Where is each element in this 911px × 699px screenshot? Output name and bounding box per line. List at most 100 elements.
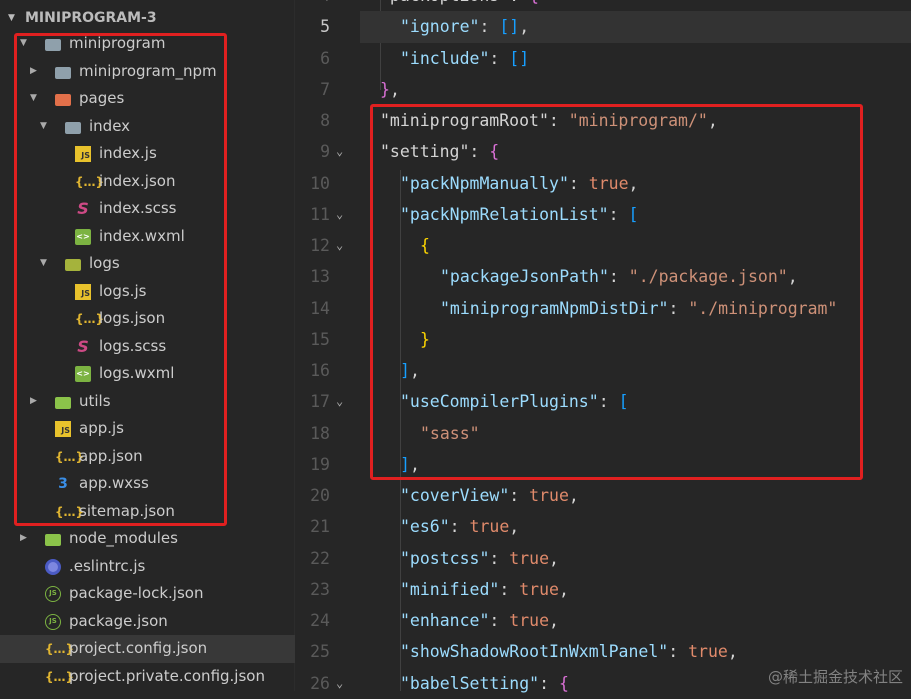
node-icon: JS [45,586,61,602]
fold-chevron-icon[interactable]: ⌄ [336,136,343,167]
code-token: "postcss" [400,548,490,568]
code-token: , [519,17,530,37]
code-token: : [539,673,559,693]
code-text: "packOptions": { [360,0,911,11]
line-number: 8 [320,111,330,130]
code-line: 21 "es6": true, [296,511,911,542]
code-text: "ignore": [], [360,11,911,43]
file-explorer: ▼ MINIPROGRAM-3 ▼ miniprogram ▶ miniprogram… [0,0,295,691]
code-line: 6 "include": [] [296,43,911,74]
code-token: true [509,611,550,630]
code-token: true [529,486,569,505]
line-number: 19 [310,454,330,474]
tree-item-label: .eslintrc.js [69,556,146,575]
code-text: "es6": true, [360,511,911,542]
line-number: 11 [310,204,330,224]
code-token: "es6" [400,517,450,537]
tree-item-node-modules[interactable]: ▶ node_modules [0,525,295,553]
tree-item-project-private-config-json[interactable]: {…} project.private.config.json [0,663,295,691]
code-token: , [549,611,559,630]
code-token: : [489,611,510,630]
tree-item-project-config-json[interactable]: {…} project.config.json [0,635,295,663]
code-token: , [509,517,520,537]
code-token: : [479,17,500,37]
code-token: "packOptions" [380,0,509,5]
code-line: 25 "showShadowRootInWxmlPanel": true, [296,636,911,667]
chevron-down-icon[interactable]: ▼ [8,4,15,32]
line-number: 12 [310,236,330,255]
code-token: , [558,579,569,599]
code-editor[interactable]: 4"packOptions": {5"ignore": [],6"include… [296,0,911,693]
code-token: : [489,48,510,68]
code-token: { [529,0,539,5]
code-token: , [568,486,579,505]
tree-item-label: package.json [69,611,168,630]
code-text: "minified": true, [360,574,911,605]
code-token: , [389,79,400,99]
code-token: true [469,517,510,537]
fold-chevron-icon[interactable]: ⌄ [336,668,343,699]
code-line: 7}, [296,74,911,105]
code-text: "coverView": true, [360,480,911,511]
code-token: , [549,548,559,568]
code-line: 24 "enhance": true, [296,605,911,636]
code-token: true [688,642,728,662]
node-icon: JS [45,613,61,630]
code-token: : [449,517,470,537]
code-token: "ignore" [400,17,480,37]
code-line: 23 "minified": true, [296,574,911,605]
code-token: , [727,642,738,662]
code-line: 20 "coverView": true, [296,480,911,511]
code-token: true [509,548,550,568]
json-icon: {…} [45,642,75,656]
line-number: 22 [310,548,330,568]
code-token: [] [509,48,530,68]
fold-chevron-icon[interactable]: ⌄ [336,230,343,261]
project-name: MINIPROGRAM-3 [25,10,157,26]
code-line: 5 "ignore": [], [296,11,911,43]
watermark: @稀土掘金技术社区 [767,668,903,686]
line-number: 20 [310,486,330,505]
line-number: 17 [310,392,330,412]
code-token: "babelSetting" [400,673,540,693]
code-token: : [509,486,530,505]
line-number: 6 [320,48,330,68]
line-number: 5 [320,17,330,37]
code-token: "showShadowRootInWxmlPanel" [400,642,669,662]
code-token: "include" [400,48,490,68]
code-token: : [509,0,529,5]
line-number: 9 [320,142,330,162]
code-token: "minified" [400,579,500,599]
line-number: 15 [310,329,330,349]
code-text: }, [360,74,911,105]
code-text: "postcss": true, [360,543,911,574]
code-token: { [558,673,569,693]
folder-node-icon [45,534,61,546]
code-text: "include": [] [360,43,911,74]
code-token: true [519,579,559,599]
code-token: : [499,579,520,599]
line-number: 10 [310,173,330,193]
code-text: "enhance": true, [360,605,911,636]
code-line: 22 "postcss": true, [296,543,911,574]
code-token: [] [499,17,520,37]
highlight-box-settings [370,104,863,480]
tree-item-package-json[interactable]: JS package.json [0,608,295,636]
code-text: "showShadowRootInWxmlPanel": true, [360,636,911,667]
code-token: "enhance" [400,611,490,630]
fold-chevron-icon[interactable]: ⌄ [336,199,343,230]
chevron-right-icon[interactable]: ▶ [20,525,27,553]
explorer-root-header[interactable]: ▼ MINIPROGRAM-3 [0,4,295,32]
tree-item--eslintrc-js[interactable]: .eslintrc.js [0,553,295,581]
tree-item-package-lock-json[interactable]: JS package-lock.json [0,580,295,608]
fold-chevron-icon[interactable]: ⌄ [336,386,343,417]
line-number: 23 [310,579,330,599]
tree-item-label: project.private.config.json [69,666,265,685]
code-token: "coverView" [400,486,510,505]
line-number: 21 [310,517,330,537]
code-token: } [380,79,390,99]
line-number: 16 [310,361,330,380]
eslint-icon [45,558,61,575]
line-number: 25 [310,642,330,662]
line-number: 4 [296,0,330,11]
